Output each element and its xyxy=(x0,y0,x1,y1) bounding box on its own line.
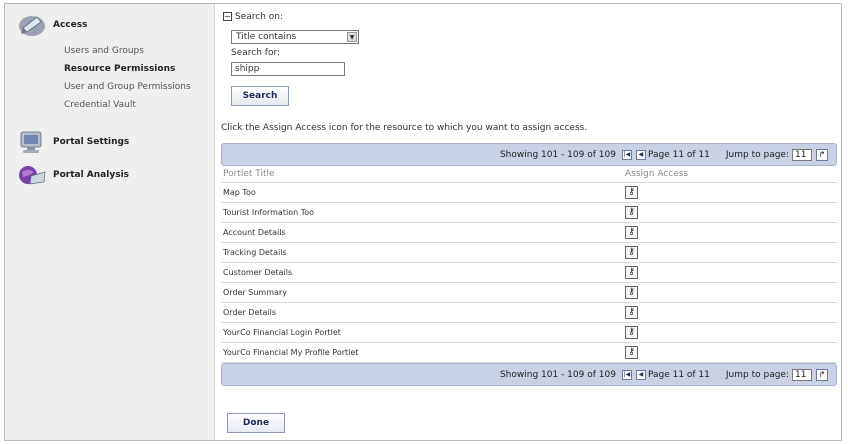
portlet-table: Showing 101 - 109 of 109 |◀ ◀ Page 11 of… xyxy=(221,143,837,386)
table-row: Account Details ⚷ xyxy=(221,223,837,243)
go-arrow-icon[interactable]: ↱ xyxy=(816,368,828,381)
assign-access-key-icon[interactable]: ⚷ xyxy=(625,326,638,339)
portlet-title: Map Too xyxy=(223,188,256,197)
sidebar-item-users-and-groups[interactable]: Users and Groups xyxy=(64,46,144,56)
table-header: Portlet Title Assign Access xyxy=(221,166,837,183)
portlet-title: Tourist Information Too xyxy=(223,208,315,217)
search-on-select[interactable]: Title contains ▼ xyxy=(231,30,359,44)
first-page-icon[interactable]: |◀ xyxy=(621,149,632,160)
search-on-row: − Search on: xyxy=(223,12,283,22)
assign-access-key-icon[interactable]: ⚷ xyxy=(625,226,638,239)
showing-text: Showing 101 - 109 of 109 xyxy=(499,369,616,380)
portlet-title: Tracking Details xyxy=(223,248,287,257)
access-icon xyxy=(17,12,47,38)
assign-access-key-icon[interactable]: ⚷ xyxy=(625,306,638,319)
sidebar: Access Users and Groups Resource Permiss… xyxy=(5,4,215,440)
search-on-label: Search on: xyxy=(235,12,284,22)
portlet-title: Customer Details xyxy=(223,268,293,277)
sidebar-section-access[interactable]: Access xyxy=(17,12,87,38)
table-row: YourCo Financial Login Portlet ⚷ xyxy=(221,323,837,343)
assign-access-key-icon[interactable]: ⚷ xyxy=(625,346,638,359)
main-content: − Search on: Title contains ▼ Search for:… xyxy=(217,4,841,440)
search-panel: − Search on: Title contains ▼ Search for:… xyxy=(223,12,359,106)
jump-page-input[interactable]: 11 xyxy=(792,148,812,161)
app-window: Access Users and Groups Resource Permiss… xyxy=(4,3,842,441)
page-text: Page 11 of 11 xyxy=(647,149,710,160)
collapse-icon[interactable]: − xyxy=(223,12,232,21)
page-text: Page 11 of 11 xyxy=(647,369,710,380)
table-row: YourCo Financial My Profile Portlet ⚷ xyxy=(221,343,837,363)
showing-text: Showing 101 - 109 of 109 xyxy=(499,149,616,160)
go-arrow-icon[interactable]: ↱ xyxy=(816,148,828,161)
table-row: Customer Details ⚷ xyxy=(221,263,837,283)
sidebar-section-title: Portal Settings xyxy=(53,137,130,147)
column-header-portlet-title[interactable]: Portlet Title xyxy=(221,169,625,179)
assign-access-key-icon[interactable]: ⚷ xyxy=(625,186,638,199)
assign-access-key-icon[interactable]: ⚷ xyxy=(625,246,638,259)
jump-label: Jump to page: xyxy=(725,149,789,160)
globe-icon xyxy=(17,162,47,188)
jump-label: Jump to page: xyxy=(725,369,789,380)
search-button[interactable]: Search xyxy=(231,86,289,106)
table-row: Map Too ⚷ xyxy=(221,183,837,203)
assign-access-key-icon[interactable]: ⚷ xyxy=(625,286,638,299)
sidebar-section-portal-analysis[interactable]: Portal Analysis xyxy=(17,162,129,188)
sidebar-item-user-and-group-permissions[interactable]: User and Group Permissions xyxy=(64,82,191,92)
prev-page-icon[interactable]: ◀ xyxy=(635,149,646,160)
portlet-title: Account Details xyxy=(223,228,286,237)
jump-page-input[interactable]: 11 xyxy=(792,368,812,381)
search-input[interactable]: shipp xyxy=(231,62,345,76)
sidebar-section-title: Access xyxy=(53,20,88,30)
monitor-icon xyxy=(17,129,47,155)
sidebar-item-credential-vault[interactable]: Credential Vault xyxy=(64,100,136,110)
pager-top: Showing 101 - 109 of 109 |◀ ◀ Page 11 of… xyxy=(221,143,837,166)
column-header-assign-access: Assign Access xyxy=(625,169,689,179)
done-button[interactable]: Done xyxy=(227,413,285,433)
prev-page-icon[interactable]: ◀ xyxy=(635,369,646,380)
portlet-title: YourCo Financial Login Portlet xyxy=(223,328,341,337)
search-for-label: Search for: xyxy=(231,48,281,58)
sidebar-item-resource-permissions[interactable]: Resource Permissions xyxy=(64,64,175,74)
chevron-down-icon[interactable]: ▼ xyxy=(347,32,357,42)
table-row: Tourist Information Too ⚷ xyxy=(221,203,837,223)
search-on-value: Title contains xyxy=(236,32,297,42)
instructions-text: Click the Assign Access icon for the res… xyxy=(221,123,588,133)
pager-bottom: Showing 101 - 109 of 109 |◀ ◀ Page 11 of… xyxy=(221,363,837,386)
portlet-title: Order Details xyxy=(223,308,277,317)
assign-access-key-icon[interactable]: ⚷ xyxy=(625,266,638,279)
table-row: Tracking Details ⚷ xyxy=(221,243,837,263)
first-page-icon[interactable]: |◀ xyxy=(621,369,632,380)
table-row: Order Details ⚷ xyxy=(221,303,837,323)
assign-access-key-icon[interactable]: ⚷ xyxy=(625,206,638,219)
sidebar-section-title: Portal Analysis xyxy=(53,170,130,180)
portlet-title: Order Summary xyxy=(223,288,287,297)
table-row: Order Summary ⚷ xyxy=(221,283,837,303)
sidebar-section-portal-settings[interactable]: Portal Settings xyxy=(17,129,129,155)
portlet-title: YourCo Financial My Profile Portlet xyxy=(223,348,359,357)
